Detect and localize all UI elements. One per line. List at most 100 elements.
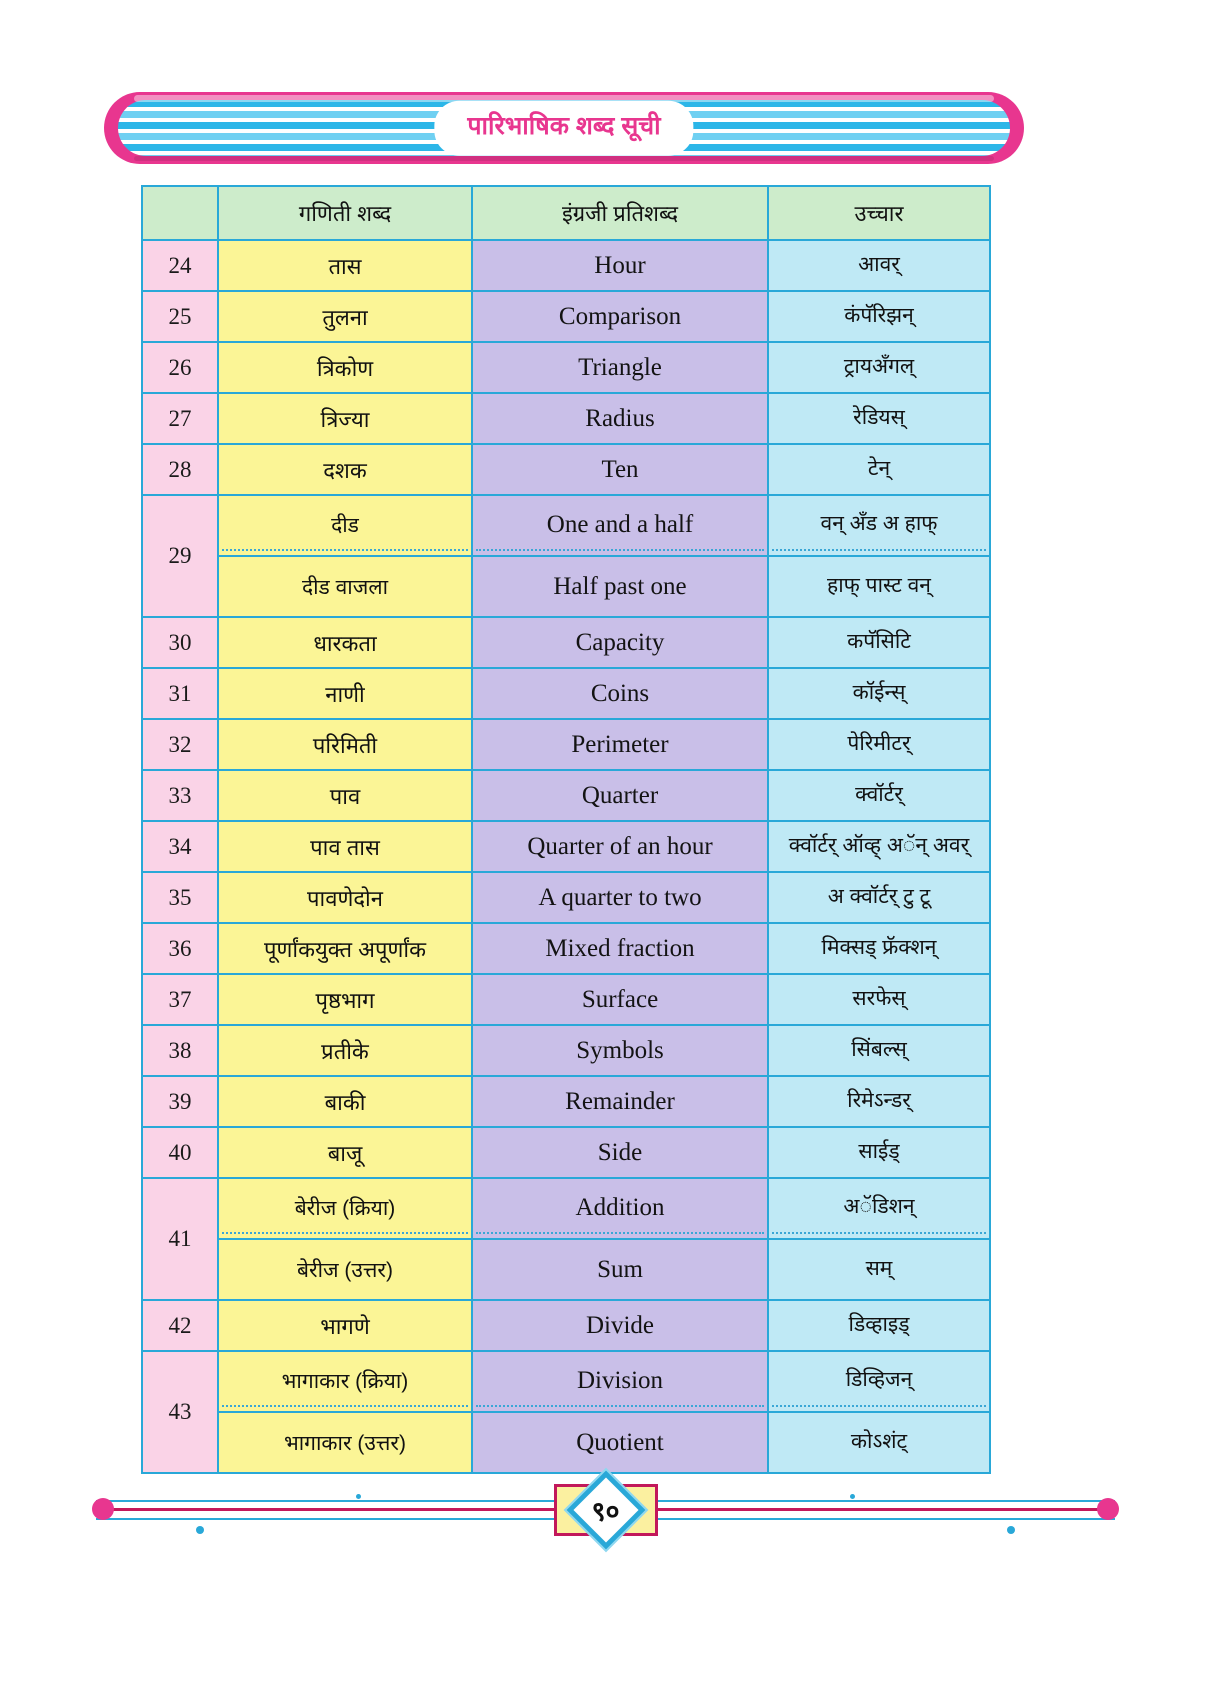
pronunciation-cell: वन् अँड अ हाफ्: [767, 494, 991, 557]
table-body: 24 तास Hour आवर् 25 तुलना Comparison कंपॅरिझन् 2…: [141, 239, 991, 1474]
row-index-cell: 40: [141, 1126, 219, 1179]
english-term-cell: Perimeter: [471, 718, 769, 771]
pronunciation-cell: डिव्हाइड्: [767, 1299, 991, 1352]
table-row: 31 नाणी Coins कॉईन्स्: [141, 667, 991, 720]
page-footer: ९०: [0, 1440, 1211, 1560]
marathi-term-line: भागाकार (क्रिया): [222, 1356, 468, 1407]
banner-gloss-top: [134, 95, 994, 102]
column-header-index: [141, 185, 219, 241]
english-term-cell: Quarter of an hour: [471, 820, 769, 873]
pronunciation-cell: हाफ् पास्ट वन्: [767, 556, 991, 618]
table-row: 42 भागणे Divide डिव्हाइड्: [141, 1299, 991, 1352]
table-row: बेरीज (उत्तर) Sum सम्: [142, 1239, 991, 1301]
english-term-cell: Comparison: [471, 290, 769, 343]
marathi-term-line: बेरीज (क्रिया): [222, 1183, 468, 1234]
table-row: 27 त्रिज्या Radius रेडियस्: [141, 392, 991, 445]
row-index-cell: 35: [141, 871, 219, 924]
column-header-english: इंग्रजी प्रतिशब्द: [471, 185, 769, 241]
pronunciation-cell: कपॅसिटि: [767, 616, 991, 669]
pronunciation-cell: सरफेस्: [767, 973, 991, 1026]
banner-gloss-bottom: [134, 156, 994, 161]
table-row: 37 पृष्ठभाग Surface सरफेस्: [141, 973, 991, 1026]
pronunciation-cell: ट्रायअँगल्: [767, 341, 991, 394]
pronunciation-cell: पेरिमीटर्: [767, 718, 991, 771]
pronunciation-line: हाफ् पास्ट वन्: [827, 574, 931, 598]
marathi-term-cell: भागणे: [217, 1299, 473, 1352]
table-row: 33 पाव Quarter क्वॉर्टर्: [141, 769, 991, 822]
page-number-badge: ९०: [553, 1467, 658, 1553]
english-term-cell: Hour: [471, 239, 769, 292]
english-term-cell: Triangle: [471, 341, 769, 394]
english-term-cell: A quarter to two: [471, 871, 769, 924]
pronunciation-cell: रिमेऽन्डर्: [767, 1075, 991, 1128]
english-term-cell: Sum: [471, 1239, 769, 1301]
marathi-term-cell: पाव: [217, 769, 473, 822]
marathi-term-line: दीड: [222, 500, 468, 551]
english-term-cell: Symbols: [471, 1024, 769, 1077]
row-index-cell: 34: [141, 820, 219, 873]
row-index-cell: 42: [141, 1299, 219, 1352]
pronunciation-cell: सिंबल्स्: [767, 1024, 991, 1077]
marathi-term-cell: बाजू: [217, 1126, 473, 1179]
marathi-term-line: बेरीज (उत्तर): [296, 1258, 394, 1282]
row-index-cell: 26: [141, 341, 219, 394]
english-term-cell: Quarter: [471, 769, 769, 822]
page-number: ९०: [591, 1496, 620, 1527]
marathi-term-cell: बाकी: [217, 1075, 473, 1128]
marathi-term-cell: बेरीज (क्रिया): [217, 1177, 473, 1240]
row-index-cell: 36: [141, 922, 219, 975]
table-row: 34 पाव तास Quarter of an hour क्वॉर्टर् ऑव्…: [141, 820, 991, 873]
pronunciation-cell: सम्: [767, 1239, 991, 1301]
english-term-cell: Mixed fraction: [471, 922, 769, 975]
marathi-term-cell: धारकता: [217, 616, 473, 669]
marathi-term-cell: पावणेदोन: [217, 871, 473, 924]
row-index-cell: 38: [141, 1024, 219, 1077]
footer-small-dot-right: [1007, 1526, 1015, 1534]
marathi-term-cell: तुलना: [217, 290, 473, 343]
marathi-term-cell: दशक: [217, 443, 473, 496]
pronunciation-line: अॅडिशन्: [772, 1183, 986, 1234]
table-row: 28 दशक Ten टेन्: [141, 443, 991, 496]
glossary-table-container: गणिती शब्द इंग्रजी प्रतिशब्द उच्चार 24 ता…: [141, 185, 991, 1474]
english-term-cell: Surface: [471, 973, 769, 1026]
marathi-term-line: दीड वाजला: [301, 575, 389, 599]
row-index-cell: 33: [141, 769, 219, 822]
english-term-line: Half past one: [553, 572, 687, 600]
english-term-cell: Coins: [471, 667, 769, 720]
table-row: 26 त्रिकोण Triangle ट्रायअँगल्: [141, 341, 991, 394]
footer-small-dot-left: [196, 1526, 204, 1534]
table-row: 30 धारकता Capacity कपॅसिटि: [141, 616, 991, 669]
english-term-line: Addition: [476, 1183, 764, 1234]
row-index-cell: 28: [141, 443, 219, 496]
row-index-cell: 41: [141, 1177, 219, 1301]
footer-micro-dot-right: [850, 1494, 855, 1499]
row-index-cell: 25: [141, 290, 219, 343]
english-term-cell: Side: [471, 1126, 769, 1179]
marathi-term-cell: पृष्ठभाग: [217, 973, 473, 1026]
marathi-term-cell: भागाकार (क्रिया): [217, 1350, 473, 1413]
footer-dot-left: [92, 1498, 114, 1520]
english-term-cell: Radius: [471, 392, 769, 445]
marathi-term-cell: नाणी: [217, 667, 473, 720]
pronunciation-cell: क्वॉर्टर्: [767, 769, 991, 822]
row-index-cell: 32: [141, 718, 219, 771]
english-term-cell: Ten: [471, 443, 769, 496]
pronunciation-cell: कॉईन्स्: [767, 667, 991, 720]
marathi-term-cell: पूर्णांकयुक्त अपूर्णांक: [217, 922, 473, 975]
table-row: 40 बाजू Side साईड्: [141, 1126, 991, 1179]
row-index-cell: 30: [141, 616, 219, 669]
english-term-cell: Remainder: [471, 1075, 769, 1128]
page-title: पारिभाषिक शब्द सूची: [437, 103, 691, 153]
row-index-cell: 29: [141, 494, 219, 618]
table-row: 24 तास Hour आवर्: [141, 239, 991, 292]
table-header: गणिती शब्द इंग्रजी प्रतिशब्द उच्चार: [141, 185, 991, 241]
table-row: 36 पूर्णांकयुक्त अपूर्णांक Mixed fraction म…: [141, 922, 991, 975]
row-index-cell: 24: [141, 239, 219, 292]
english-term-cell: Division: [471, 1350, 769, 1413]
column-header-pronunciation: उच्चार: [767, 185, 991, 241]
marathi-term-cell: प्रतीके: [217, 1024, 473, 1077]
column-header-marathi: गणिती शब्द: [217, 185, 473, 241]
footer-dot-right: [1097, 1498, 1119, 1520]
row-index-cell: 31: [141, 667, 219, 720]
table-row: दीड वाजला Half past one हाफ् पास्ट वन्: [142, 556, 991, 618]
